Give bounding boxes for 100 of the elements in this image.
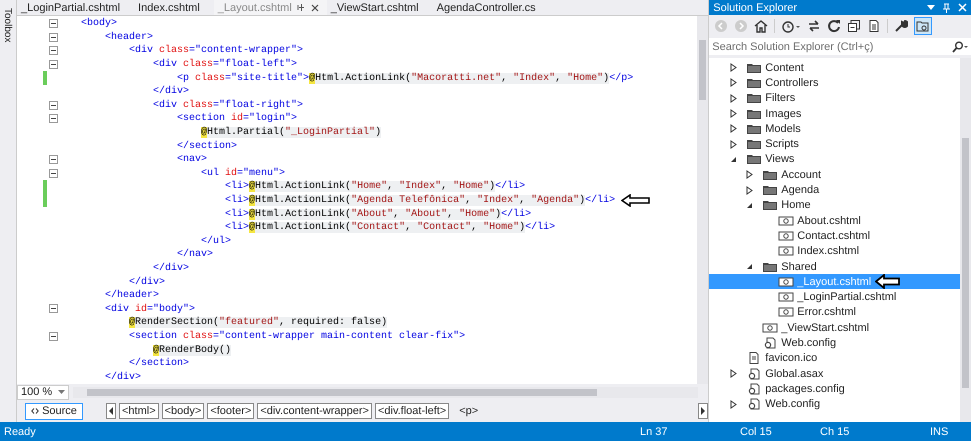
- close-icon[interactable]: [310, 4, 319, 12]
- collapse-icon[interactable]: [48, 332, 58, 341]
- tree-item[interactable]: Images: [709, 106, 960, 122]
- code-line: </div>: [128, 276, 166, 288]
- code-line: <p class="site-title">@Html.ActionLink("Macoratti.net", "Index", "Home")</p>: [176, 72, 634, 84]
- collapse-all-icon[interactable]: [847, 19, 862, 33]
- scroll-left-icon[interactable]: [106, 403, 116, 419]
- wrench-icon[interactable]: [894, 19, 908, 33]
- breadcrumb-item[interactable]: <div.content-wrapper>: [257, 403, 372, 419]
- scroll-right-icon[interactable]: [698, 403, 708, 419]
- tree-item[interactable]: Global.asax: [709, 366, 960, 382]
- razor-file-icon: [778, 245, 794, 258]
- vertical-scrollbar[interactable]: [697, 16, 708, 384]
- file-tab[interactable]: _LoginPartial.cshtml: [16, 0, 134, 15]
- sync-icon[interactable]: [807, 19, 822, 33]
- search-icon[interactable]: [952, 40, 968, 52]
- collapse-icon[interactable]: [48, 114, 58, 124]
- horizontal-scrollbar[interactable]: [72, 386, 698, 398]
- tree-item[interactable]: Account: [709, 167, 960, 182]
- files-icon[interactable]: [867, 19, 882, 33]
- tree-item[interactable]: _LoginPartial.cshtml: [709, 289, 960, 305]
- home-icon[interactable]: [754, 19, 768, 33]
- code-line: </ul>: [200, 236, 232, 247]
- code-icon: [31, 408, 40, 414]
- config-file-icon: [746, 368, 762, 380]
- collapse-icon[interactable]: [48, 19, 58, 28]
- pin-icon[interactable]: [296, 3, 306, 12]
- razor-file-icon: [778, 306, 794, 318]
- breadcrumb-item[interactable]: <p>: [452, 403, 486, 419]
- code-editor[interactable]: [16, 15, 708, 384]
- expand-icon[interactable]: [746, 186, 754, 195]
- tree-item[interactable]: Contact.cshtml: [709, 228, 960, 244]
- expand-icon[interactable]: [730, 124, 738, 134]
- breadcrumb-item[interactable]: <div.float-left>: [374, 403, 450, 419]
- expand-icon[interactable]: [730, 94, 738, 103]
- refresh-icon[interactable]: [827, 19, 842, 33]
- tree-item[interactable]: Scripts: [709, 136, 960, 152]
- vertical-scrollbar[interactable]: [960, 58, 971, 422]
- expand-icon[interactable]: [730, 109, 738, 118]
- code-line: </div>: [152, 86, 190, 98]
- tree-item[interactable]: Filters: [709, 90, 960, 106]
- tree-item[interactable]: Views: [709, 152, 960, 168]
- code-line: </header>: [104, 290, 160, 302]
- clock-icon[interactable]: [781, 19, 802, 33]
- tree-item[interactable]: Shared: [709, 258, 960, 274]
- preview-icon[interactable]: [914, 17, 932, 35]
- tree-item[interactable]: Controllers: [709, 75, 960, 91]
- collapse-icon[interactable]: [746, 263, 754, 270]
- zoom-dropdown[interactable]: 100 %: [16, 384, 69, 400]
- tree-item[interactable]: Models: [709, 121, 960, 136]
- panel-title: Solution Explorer: [713, 2, 798, 14]
- source-view-button[interactable]: Source: [24, 402, 83, 420]
- breadcrumb-item[interactable]: <footer>: [207, 403, 254, 419]
- collapse-icon[interactable]: [48, 304, 58, 314]
- expand-icon[interactable]: [746, 170, 754, 180]
- insert-mode: INS: [930, 426, 948, 438]
- breadcrumb-item[interactable]: <body>: [162, 403, 204, 419]
- expand-icon[interactable]: [730, 78, 738, 88]
- collapse-icon[interactable]: [746, 202, 754, 209]
- expand-icon[interactable]: [730, 369, 738, 378]
- tree-item[interactable]: favicon.ico: [709, 350, 960, 366]
- folder-icon: [746, 153, 762, 166]
- expand-icon[interactable]: [730, 400, 738, 409]
- collapse-icon[interactable]: [48, 32, 58, 42]
- code-line: <body>: [80, 18, 118, 30]
- collapse-icon[interactable]: [48, 100, 58, 110]
- folder-icon: [762, 199, 778, 212]
- tree-item[interactable]: _ViewStart.cshtml: [709, 320, 960, 336]
- code-line: <header>: [104, 32, 154, 43]
- code-line: </div>: [104, 372, 142, 383]
- tree-item[interactable]: Agenda: [709, 182, 960, 198]
- file-tab[interactable]: AgendaController.cs: [432, 0, 550, 15]
- tree-item[interactable]: Home: [709, 198, 960, 213]
- collapse-icon[interactable]: [48, 60, 58, 69]
- tree-item[interactable]: Error.cshtml: [709, 304, 960, 320]
- tree-item[interactable]: Web.config: [709, 335, 960, 351]
- dropdown-icon[interactable]: [927, 5, 935, 10]
- tree-item[interactable]: Content: [709, 60, 960, 76]
- collapse-icon[interactable]: [48, 46, 58, 56]
- collapse-icon[interactable]: [48, 168, 58, 178]
- file-tab[interactable]: Index.cshtml: [134, 0, 214, 15]
- tree-item[interactable]: Web.config: [709, 396, 960, 412]
- code-line: <div class="float-left">: [152, 59, 298, 70]
- code-line: <li>@Html.ActionLink("Agenda Telefônica", "Index", "Agenda")</li>: [224, 195, 616, 206]
- expand-icon[interactable]: [730, 140, 738, 149]
- search-field[interactable]: Search Solution Explorer (Ctrl+ç): [709, 38, 971, 55]
- tree-item[interactable]: Index.cshtml: [709, 244, 960, 259]
- code-line: <section class="content-wrapper main-content clear-fix">: [128, 330, 466, 342]
- char-number: Ch 15: [820, 426, 850, 438]
- tree-item[interactable]: packages.config: [709, 381, 960, 397]
- code-line: </div>: [152, 262, 190, 274]
- razor-file-icon: [778, 276, 794, 288]
- collapse-icon[interactable]: [730, 156, 738, 163]
- config-file-icon: [762, 336, 778, 349]
- expand-icon[interactable]: [730, 63, 738, 72]
- collapse-icon[interactable]: [48, 154, 58, 164]
- file-tab[interactable]: _ViewStart.cshtml: [326, 0, 433, 15]
- code-line: <nav>: [176, 154, 208, 166]
- tree-item[interactable]: About.cshtml: [709, 212, 960, 228]
- breadcrumb-item[interactable]: <html>: [118, 403, 159, 419]
